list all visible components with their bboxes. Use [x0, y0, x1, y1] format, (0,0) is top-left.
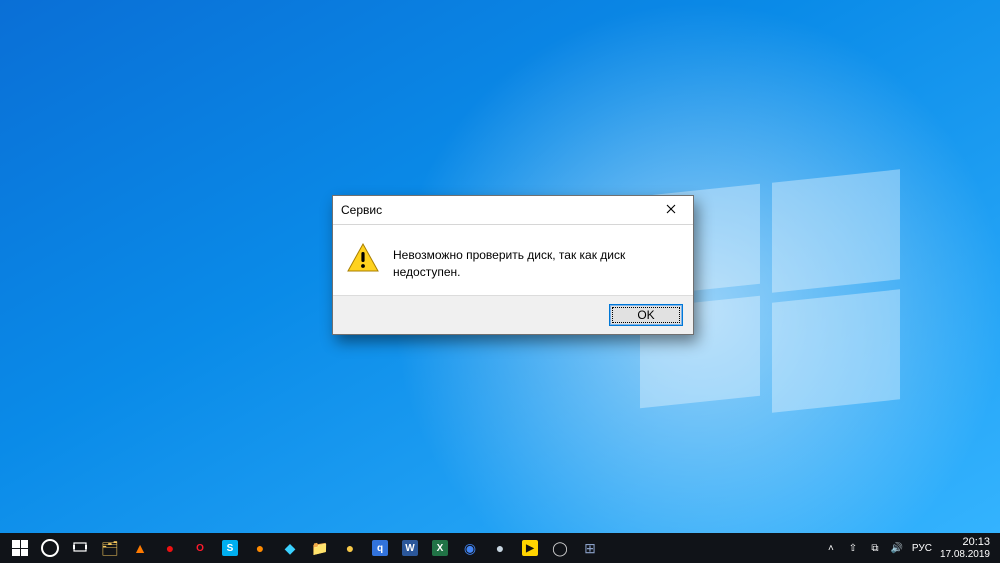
dialog-titlebar[interactable]: Сервис — [333, 196, 693, 225]
tray-usb-icon[interactable]: ⇧ — [846, 543, 860, 554]
taskbar-app-file-explorer[interactable]: 🗂 — [96, 534, 124, 562]
steam-icon: ● — [496, 540, 504, 556]
obs-icon: ◯ — [552, 540, 568, 557]
taskbar-app-calculator[interactable]: ⊞ — [576, 534, 604, 562]
browser-red-icon: ● — [166, 540, 174, 556]
taskbar-clock[interactable]: 20:13 17.08.2019 — [940, 536, 990, 559]
tray-language[interactable]: РУС — [912, 543, 932, 554]
taskbar-app-taskview[interactable] — [66, 534, 94, 562]
skype-icon: S — [222, 540, 238, 556]
desktop-wallpaper: Сервис Невозможно проверить диск, так ка… — [0, 0, 1000, 563]
taskbar-app-vegas[interactable]: ◆ — [276, 534, 304, 562]
taskbar-app-potplayer[interactable]: ▶ — [516, 534, 544, 562]
potplayer-icon: ▶ — [522, 540, 538, 556]
vegas-icon: ◆ — [285, 540, 296, 557]
taskbar-app-skype[interactable]: S — [216, 534, 244, 562]
clock-date: 17.08.2019 — [940, 549, 990, 560]
folder-icon: 📁 — [311, 540, 328, 557]
taskbar-app-firefox[interactable]: ● — [246, 534, 274, 562]
file-explorer-icon: 🗂 — [101, 540, 119, 557]
dialog-title: Сервис — [341, 203, 382, 217]
system-tray: ˄ ⇧ ⧉ 🔊 РУС 20:13 17.08.2019 — [824, 536, 994, 559]
dialog-message: Невозможно проверить диск, так как диск … — [393, 243, 679, 281]
taskbar: 🗂 ▲ ● OS ● ◆ 📁 ● qWX ◉ ● ▶ ◯ ⊞ ˄ ⇧ ⧉ 🔊 РУС 20:13 17.0… — [0, 533, 1000, 563]
close-button[interactable] — [651, 197, 691, 223]
dialog-content: Невозможно проверить диск, так как диск … — [333, 225, 693, 295]
opera-icon: O — [192, 540, 208, 556]
firefox-icon: ● — [256, 540, 264, 556]
taskbar-app-chrome[interactable]: ◉ — [456, 534, 484, 562]
taskbar-app-word[interactable]: W — [396, 534, 424, 562]
tray-chevron-icon[interactable]: ˄ — [824, 543, 838, 554]
dialog-footer: OK — [333, 295, 693, 334]
taskbar-app-chrome-canary[interactable]: ● — [336, 534, 364, 562]
close-icon — [666, 203, 676, 217]
taskbar-app-browser-red[interactable]: ● — [156, 534, 184, 562]
clock-time: 20:13 — [940, 536, 990, 548]
taskbar-apps: 🗂 ▲ ● OS ● ◆ 📁 ● qWX ◉ ● ▶ ◯ ⊞ — [6, 534, 604, 562]
taskbar-app-folder[interactable]: 📁 — [306, 534, 334, 562]
error-dialog: Сервис Невозможно проверить диск, так ка… — [332, 195, 694, 335]
word-icon: W — [402, 540, 418, 556]
tray-volume-icon[interactable]: 🔊 — [890, 543, 904, 554]
warning-icon — [347, 243, 379, 276]
taskbar-app-obs[interactable]: ◯ — [546, 534, 574, 562]
taskview-icon — [73, 540, 87, 557]
taskbar-app-qbittorrent[interactable]: q — [366, 534, 394, 562]
excel-icon: X — [432, 540, 448, 556]
cortana-icon — [41, 539, 59, 557]
taskbar-app-start[interactable] — [6, 534, 34, 562]
ok-button[interactable]: OK — [609, 304, 683, 326]
taskbar-app-excel[interactable]: X — [426, 534, 454, 562]
calculator-icon: ⊞ — [584, 540, 596, 557]
chrome-canary-icon: ● — [346, 540, 354, 556]
chrome-icon: ◉ — [464, 540, 476, 557]
tray-network-icon[interactable]: ⧉ — [868, 543, 882, 554]
qbittorrent-icon: q — [372, 540, 388, 556]
taskbar-app-steam[interactable]: ● — [486, 534, 514, 562]
taskbar-app-opera[interactable]: O — [186, 534, 214, 562]
taskbar-app-cortana[interactable] — [36, 534, 64, 562]
taskbar-app-vlc[interactable]: ▲ — [126, 534, 154, 562]
start-icon — [12, 540, 28, 556]
vlc-icon: ▲ — [133, 540, 147, 556]
